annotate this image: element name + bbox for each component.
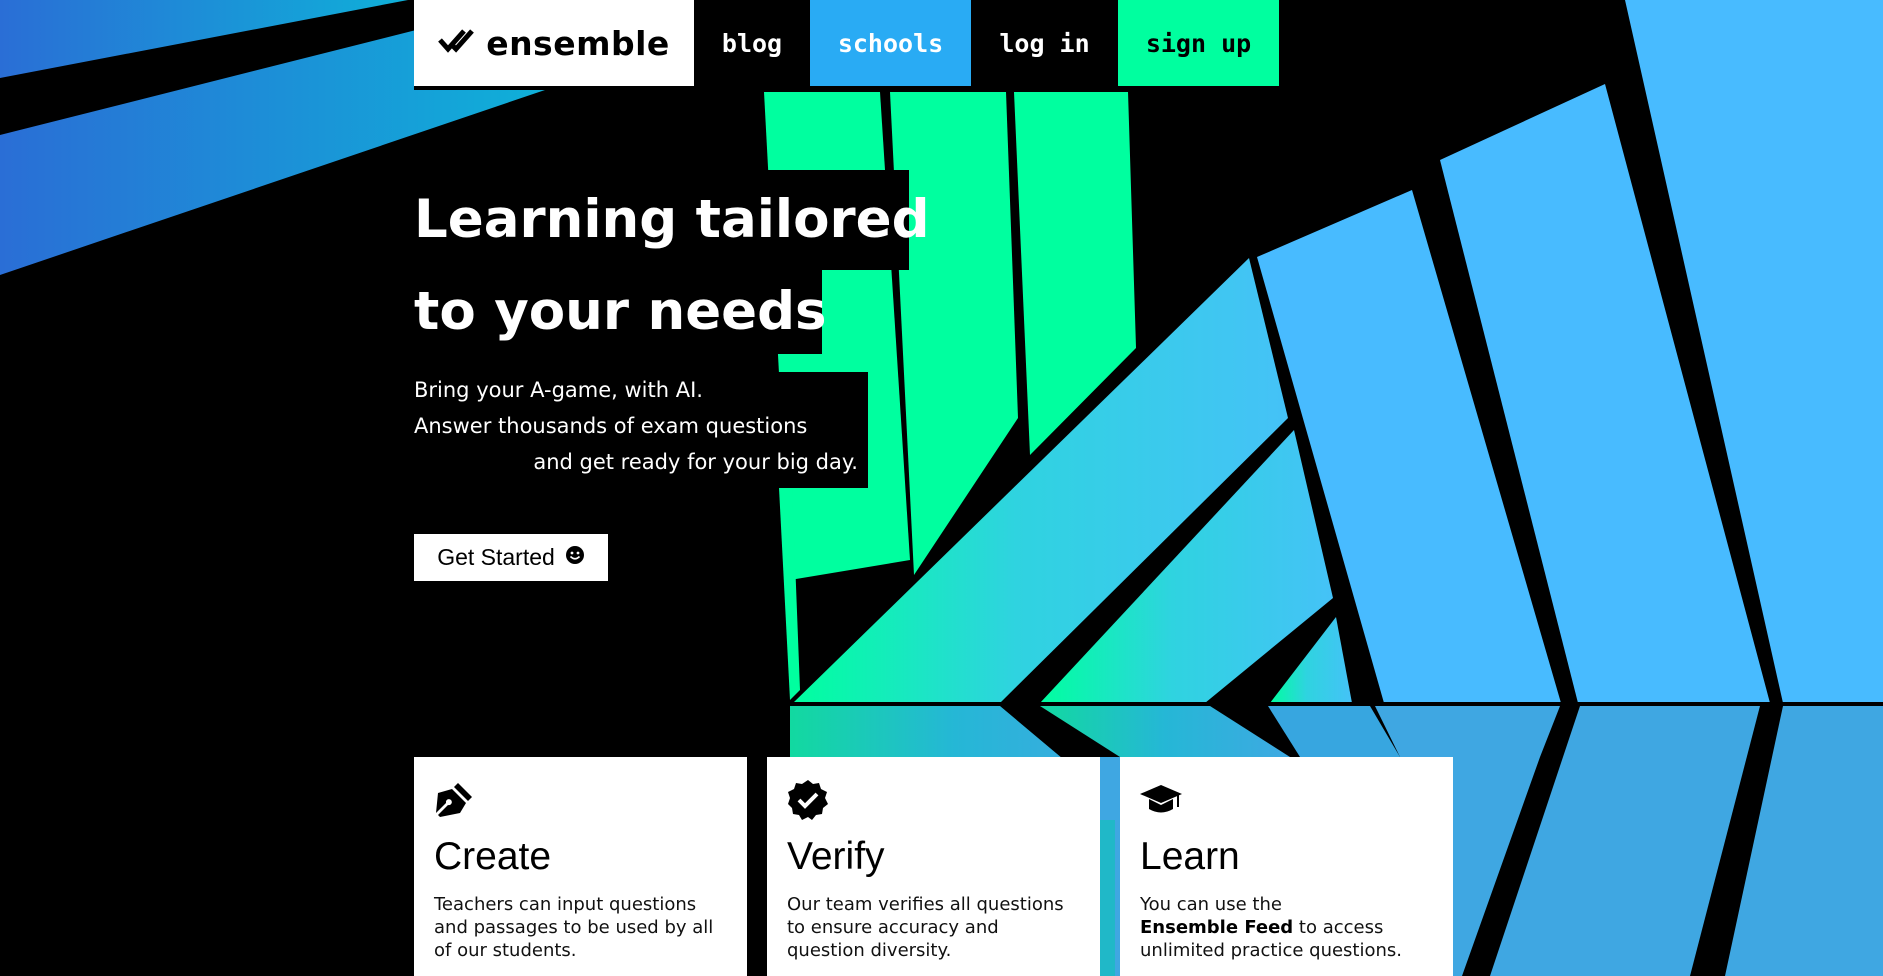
double-check-icon (438, 28, 476, 58)
card-text-learn-before: You can use the (1140, 894, 1282, 915)
card-title-create: Create (434, 835, 552, 878)
hero-subcopy-line-1: Bring your A-game, with AI. (414, 378, 703, 402)
hero-title-line-1: Learning tailored (414, 170, 930, 270)
nav-blog-link[interactable]: blog (694, 0, 810, 86)
get-started-label: Get Started (437, 544, 555, 570)
hero-title-line-2: to your needs (414, 270, 827, 354)
brand-name: ensemble (486, 23, 670, 63)
hero-subcopy-line-3: and get ready for your big day. (533, 450, 858, 474)
feature-card-verify: Verify Our team verifies all questions t… (767, 757, 1100, 976)
get-started-button[interactable]: Get Started (414, 534, 608, 581)
hero-subcopy-line-2: Answer thousands of exam questions (414, 414, 808, 438)
blue-right-panel (1257, 0, 1883, 703)
smiley-icon (565, 544, 585, 571)
ensemble-feed-link[interactable]: Ensemble Feed (1140, 917, 1293, 938)
card-text-learn: You can use the Ensemble Feed to access … (1140, 893, 1433, 962)
verified-badge-icon (787, 779, 831, 823)
pen-nib-icon (434, 779, 478, 823)
card-title-learn: Learn (1140, 835, 1240, 878)
nav-login-link[interactable]: log in (971, 0, 1118, 86)
graduation-cap-icon (1140, 779, 1184, 823)
card-text-verify: Our team verifies all questions to ensur… (787, 894, 1064, 961)
feature-card-learn: Learn You can use the Ensemble Feed to a… (1120, 757, 1453, 976)
card-title-verify: Verify (787, 835, 885, 878)
card-text-create: Teachers can input questions and passage… (434, 894, 714, 961)
nav-schools-link[interactable]: schools (810, 0, 971, 86)
hero-subcopy: Bring your A-game, with AI. Answer thous… (414, 372, 868, 488)
logo-underline (414, 86, 694, 90)
feature-card-create: Create Teachers can input questions and … (414, 757, 747, 976)
nav-signup-button[interactable]: sign up (1118, 0, 1279, 86)
ensemble-logo[interactable]: ensemble (414, 0, 694, 86)
